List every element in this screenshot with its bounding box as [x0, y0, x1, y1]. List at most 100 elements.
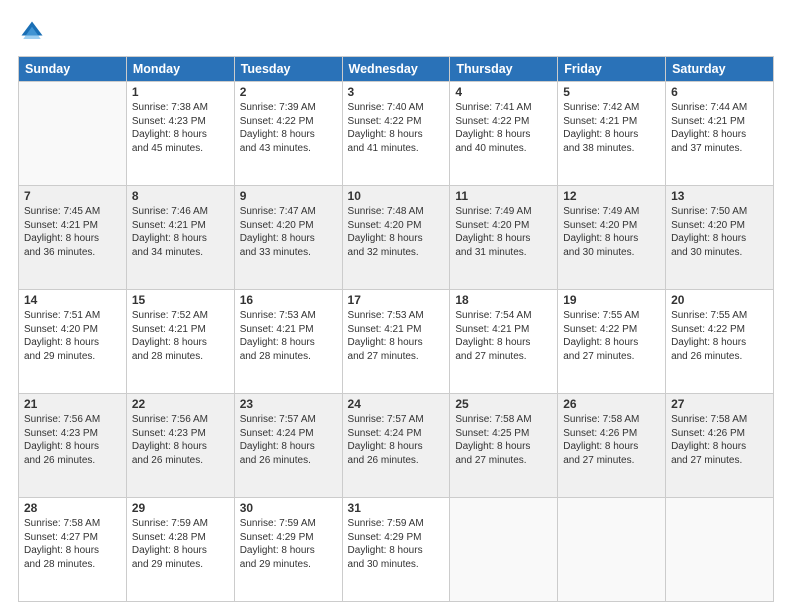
day-number: 15 [132, 293, 229, 307]
day-info: Sunrise: 7:48 AMSunset: 4:20 PMDaylight:… [348, 205, 445, 259]
calendar-cell: 14 Sunrise: 7:51 AMSunset: 4:20 PMDayligh… [19, 290, 127, 394]
day-info: Sunrise: 7:45 AMSunset: 4:21 PMDaylight:… [24, 205, 121, 259]
calendar-cell: 25Sunrise: 7:58 AMSunset: 4:25 PMDayligh… [450, 394, 558, 498]
calendar-cell: 7 Sunrise: 7:45 AMSunset: 4:21 PMDaylight… [19, 186, 127, 290]
weekday-header-saturday: Saturday [666, 57, 774, 82]
day-info: Sunrise: 7:58 AMSunset: 4:27 PMDaylight:… [24, 517, 121, 571]
day-number: 13 [671, 189, 768, 203]
day-number: 10 [348, 189, 445, 203]
day-number: 7 [24, 189, 121, 203]
calendar-cell: 15 Sunrise: 7:52 AMSunset: 4:21 PMDayligh… [126, 290, 234, 394]
calendar-cell: 19 Sunrise: 7:55 AMSunset: 4:22 PMDayligh… [558, 290, 666, 394]
calendar-cell: 3 Sunrise: 7:40 AMSunset: 4:22 PMDaylight… [342, 82, 450, 186]
weekday-header-sunday: Sunday [19, 57, 127, 82]
day-number: 23 [240, 397, 337, 411]
calendar-cell [19, 82, 127, 186]
weekday-header-friday: Friday [558, 57, 666, 82]
calendar-cell: 29 Sunrise: 7:59 AMSunset: 4:28 PMDayligh… [126, 498, 234, 602]
calendar-cell: 20Sunrise: 7:55 AMSunset: 4:22 PMDayligh… [666, 290, 774, 394]
calendar-cell: 31 Sunrise: 7:59 AMSunset: 4:29 PMDayligh… [342, 498, 450, 602]
calendar-cell: 22 Sunrise: 7:56 AMSunset: 4:23 PMDayligh… [126, 394, 234, 498]
day-number: 3 [348, 85, 445, 99]
week-row-2: 7 Sunrise: 7:45 AMSunset: 4:21 PMDaylight… [19, 186, 774, 290]
day-info: Sunrise: 7:39 AMSunset: 4:22 PMDaylight:… [240, 101, 337, 155]
calendar-cell: 11 Sunrise: 7:49 AMSunset: 4:20 PMDayligh… [450, 186, 558, 290]
day-info: Sunrise: 7:42 AMSunset: 4:21 PMDaylight:… [563, 101, 660, 155]
logo-icon [18, 18, 46, 46]
day-info: Sunrise: 7:57 AMSunset: 4:24 PMDaylight:… [240, 413, 337, 467]
day-number: 22 [132, 397, 229, 411]
day-number: 6 [671, 85, 768, 99]
week-row-3: 14 Sunrise: 7:51 AMSunset: 4:20 PMDayligh… [19, 290, 774, 394]
day-info: Sunrise: 7:59 AMSunset: 4:29 PMDaylight:… [348, 517, 445, 571]
day-info: Sunrise: 7:49 AMSunset: 4:20 PMDaylight:… [455, 205, 552, 259]
weekday-header-monday: Monday [126, 57, 234, 82]
calendar-cell [666, 498, 774, 602]
calendar-cell: 9 Sunrise: 7:47 AMSunset: 4:20 PMDaylight… [234, 186, 342, 290]
weekday-header-wednesday: Wednesday [342, 57, 450, 82]
calendar-cell: 23 Sunrise: 7:57 AMSunset: 4:24 PMDayligh… [234, 394, 342, 498]
calendar-cell: 27 Sunrise: 7:58 AMSunset: 4:26 PMDayligh… [666, 394, 774, 498]
weekday-header-tuesday: Tuesday [234, 57, 342, 82]
day-info: Sunrise: 7:55 AMSunset: 4:22 PMDaylight:… [563, 309, 660, 363]
day-number: 4 [455, 85, 552, 99]
calendar-cell: 28 Sunrise: 7:58 AMSunset: 4:27 PMDayligh… [19, 498, 127, 602]
day-number: 19 [563, 293, 660, 307]
day-info: Sunrise: 7:49 AMSunset: 4:20 PMDaylight:… [563, 205, 660, 259]
calendar-cell: 8Sunrise: 7:46 AMSunset: 4:21 PMDaylight… [126, 186, 234, 290]
calendar-cell: 30Sunrise: 7:59 AMSunset: 4:29 PMDayligh… [234, 498, 342, 602]
calendar-cell: 10 Sunrise: 7:48 AMSunset: 4:20 PMDayligh… [342, 186, 450, 290]
calendar-cell: 12 Sunrise: 7:49 AMSunset: 4:20 PMDayligh… [558, 186, 666, 290]
day-info: Sunrise: 7:46 AMSunset: 4:21 PMDaylight:… [132, 205, 229, 259]
calendar-cell: 16 Sunrise: 7:53 AMSunset: 4:21 PMDayligh… [234, 290, 342, 394]
day-number: 5 [563, 85, 660, 99]
calendar-cell: 21Sunrise: 7:56 AMSunset: 4:23 PMDayligh… [19, 394, 127, 498]
day-info: Sunrise: 7:57 AMSunset: 4:24 PMDaylight:… [348, 413, 445, 467]
page: SundayMondayTuesdayWednesdayThursdayFrid… [0, 0, 792, 612]
day-number: 18 [455, 293, 552, 307]
day-info: Sunrise: 7:55 AMSunset: 4:22 PMDaylight:… [671, 309, 768, 363]
day-info: Sunrise: 7:47 AMSunset: 4:20 PMDaylight:… [240, 205, 337, 259]
day-info: Sunrise: 7:38 AMSunset: 4:23 PMDaylight:… [132, 101, 229, 155]
calendar-cell: 6 Sunrise: 7:44 AMSunset: 4:21 PMDaylight… [666, 82, 774, 186]
day-number: 21 [24, 397, 121, 411]
day-info: Sunrise: 7:40 AMSunset: 4:22 PMDaylight:… [348, 101, 445, 155]
day-number: 1 [132, 85, 229, 99]
calendar-table: SundayMondayTuesdayWednesdayThursdayFrid… [18, 56, 774, 602]
day-info: Sunrise: 7:41 AMSunset: 4:22 PMDaylight:… [455, 101, 552, 155]
day-number: 12 [563, 189, 660, 203]
day-number: 14 [24, 293, 121, 307]
weekday-header-row: SundayMondayTuesdayWednesdayThursdayFrid… [19, 57, 774, 82]
calendar-cell: 13Sunrise: 7:50 AMSunset: 4:20 PMDayligh… [666, 186, 774, 290]
calendar-cell [450, 498, 558, 602]
calendar-cell: 2 Sunrise: 7:39 AMSunset: 4:22 PMDaylight… [234, 82, 342, 186]
header [18, 18, 774, 46]
week-row-4: 21 Sunrise: 7:56 AMSunset: 4:23 PMDayligh… [19, 394, 774, 498]
calendar-cell [558, 498, 666, 602]
day-info: Sunrise: 7:58 AMSunset: 4:26 PMDaylight:… [671, 413, 768, 467]
day-number: 11 [455, 189, 552, 203]
calendar-cell: 18Sunrise: 7:54 AMSunset: 4:21 PMDayligh… [450, 290, 558, 394]
day-number: 28 [24, 501, 121, 515]
day-number: 26 [563, 397, 660, 411]
day-info: Sunrise: 7:51 AMSunset: 4:20 PMDaylight:… [24, 309, 121, 363]
calendar-cell: 1 Sunrise: 7:38 AMSunset: 4:23 PMDaylight… [126, 82, 234, 186]
day-info: Sunrise: 7:56 AMSunset: 4:23 PMDaylight:… [132, 413, 229, 467]
day-number: 9 [240, 189, 337, 203]
day-number: 29 [132, 501, 229, 515]
week-row-5: 28 Sunrise: 7:58 AMSunset: 4:27 PMDayligh… [19, 498, 774, 602]
day-info: Sunrise: 7:53 AMSunset: 4:21 PMDaylight:… [240, 309, 337, 363]
day-number: 16 [240, 293, 337, 307]
day-info: Sunrise: 7:44 AMSunset: 4:21 PMDaylight:… [671, 101, 768, 155]
calendar-cell: 17Sunrise: 7:53 AMSunset: 4:21 PMDayligh… [342, 290, 450, 394]
calendar-cell: 26Sunrise: 7:58 AMSunset: 4:26 PMDayligh… [558, 394, 666, 498]
weekday-header-thursday: Thursday [450, 57, 558, 82]
day-number: 30 [240, 501, 337, 515]
day-number: 31 [348, 501, 445, 515]
day-info: Sunrise: 7:53 AMSunset: 4:21 PMDaylight:… [348, 309, 445, 363]
day-info: Sunrise: 7:59 AMSunset: 4:28 PMDaylight:… [132, 517, 229, 571]
day-info: Sunrise: 7:52 AMSunset: 4:21 PMDaylight:… [132, 309, 229, 363]
calendar-cell: 4 Sunrise: 7:41 AMSunset: 4:22 PMDaylight… [450, 82, 558, 186]
day-number: 2 [240, 85, 337, 99]
day-number: 27 [671, 397, 768, 411]
